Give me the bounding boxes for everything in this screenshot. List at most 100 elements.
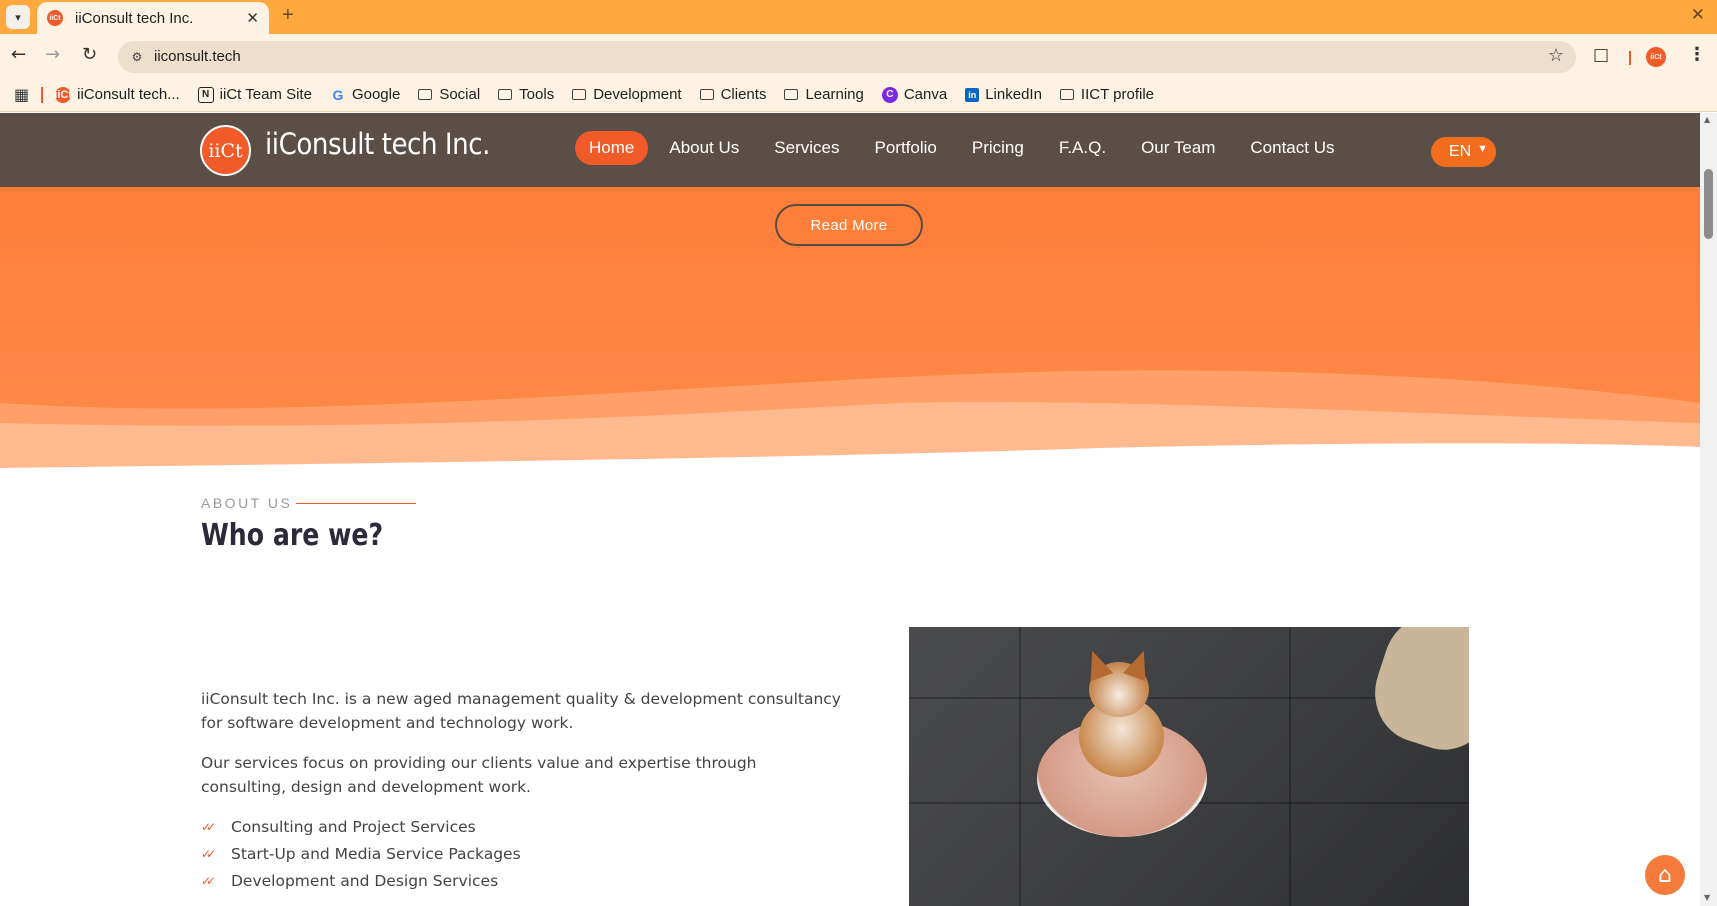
site-header: iiCt iiConsult tech Inc. Home About Us S… — [0, 113, 1700, 187]
nav-services[interactable]: Services — [760, 131, 853, 165]
bookmark-folder-social[interactable]: Social — [418, 86, 480, 103]
extensions-icon[interactable]: □ — [1593, 45, 1609, 65]
site-info-icon[interactable]: ⚙ — [128, 48, 146, 66]
tab-favicon-icon: iiCt — [47, 10, 63, 26]
home-icon[interactable]: ⌂ — [1645, 855, 1685, 895]
about-title: Who are we? — [201, 518, 384, 553]
page-scrollbar[interactable]: ▲ ▼ — [1700, 113, 1717, 906]
tab-title: iiConsult tech Inc. — [75, 9, 194, 27]
site-logo[interactable]: iiCt — [200, 125, 251, 176]
eyebrow-divider — [296, 503, 416, 504]
about-paragraph-1: iiConsult tech Inc. is a new aged manage… — [201, 690, 841, 732]
service-label: Development and Design Services — [231, 871, 499, 890]
nav-portfolio[interactable]: Portfolio — [860, 131, 950, 165]
about-photo — [909, 627, 1469, 906]
web-page: Read More iiCt iiConsult tech Inc. Home … — [0, 113, 1700, 906]
back-icon[interactable]: ← — [11, 44, 26, 65]
url-text[interactable]: iiconsult.tech — [154, 48, 241, 65]
browser-menu-icon[interactable]: ⋮ — [1688, 44, 1706, 65]
language-select[interactable]: EN ▼ — [1431, 137, 1496, 167]
floor-tile-line — [1289, 627, 1291, 906]
folder-icon — [1059, 89, 1074, 100]
new-tab-button[interactable]: + — [282, 4, 294, 27]
bookmark-label: Clients — [720, 86, 767, 103]
tab-strip: ▾ iiCt iiConsult tech Inc. ✕ + ✕ — [0, 0, 1717, 34]
folder-icon — [784, 89, 799, 100]
bookmark-folder-clients[interactable]: Clients — [699, 86, 767, 103]
bookmark-label: LinkedIn — [985, 86, 1042, 103]
bookmark-star-icon[interactable]: ☆ — [1548, 45, 1564, 66]
bookmark-label: iiCt Team Site — [219, 86, 312, 103]
folder-icon — [572, 89, 587, 100]
bookmark-canva[interactable]: C Canva — [881, 86, 948, 103]
bookmark-label: Social — [439, 86, 481, 103]
bookmark-linkedin[interactable]: in LinkedIn — [965, 86, 1042, 103]
google-icon: G — [332, 86, 344, 103]
dog-head — [1080, 646, 1156, 717]
bookmark-label: Learning — [805, 86, 864, 103]
about-eyebrow: ABOUT US — [201, 495, 293, 511]
bookmark-label: IICT profile — [1080, 86, 1155, 103]
folder-icon — [418, 89, 433, 100]
main-nav: Home About Us Services Portfolio Pricing… — [575, 130, 1355, 166]
list-item: ✓✓ Start-Up and Media Service Packages — [201, 840, 521, 867]
folder-icon — [498, 89, 513, 100]
active-tab[interactable]: iiCt iiConsult tech Inc. ✕ — [37, 2, 269, 34]
tab-search-button[interactable]: ▾ — [6, 5, 30, 29]
language-value: EN — [1449, 143, 1472, 160]
about-paragraph-2: Our services focus on providing our clie… — [201, 754, 757, 796]
canva-icon: C — [881, 86, 898, 103]
read-more-button[interactable]: Read More — [775, 204, 923, 246]
services-list: ✓✓ Consulting and Project Services ✓✓ St… — [201, 813, 521, 894]
bookmarks-divider — [41, 86, 44, 103]
bookmark-team-site[interactable]: N iiCt Team Site — [197, 86, 312, 103]
dog-ear — [1122, 646, 1156, 682]
iict-favicon-icon: iiCt — [54, 86, 72, 103]
list-item: ✓✓ Development and Design Services — [201, 867, 521, 894]
bookmark-folder-development[interactable]: Development — [572, 86, 682, 103]
window-close-button[interactable]: ✕ — [1691, 5, 1705, 25]
nav-about-us[interactable]: About Us — [655, 131, 753, 165]
apps-grid-icon[interactable]: ▦ — [14, 85, 29, 104]
service-label: Start-Up and Media Service Packages — [231, 844, 521, 863]
double-check-icon: ✓✓ — [201, 846, 216, 861]
service-label: Consulting and Project Services — [231, 817, 476, 836]
toolbar-divider — [1629, 51, 1631, 65]
nav-faq[interactable]: F.A.Q. — [1045, 131, 1120, 165]
profile-avatar[interactable]: iiCt — [1646, 47, 1666, 67]
nav-pricing[interactable]: Pricing — [958, 131, 1038, 165]
bookmark-folder-learning[interactable]: Learning — [784, 86, 864, 103]
reload-icon[interactable]: ↻ — [82, 44, 97, 65]
dog-ear — [1080, 646, 1114, 682]
floor-tile-line — [1019, 627, 1021, 906]
chevron-down-icon: ▼ — [1477, 143, 1488, 155]
nav-contact-us[interactable]: Contact Us — [1236, 131, 1348, 165]
list-item: ✓✓ Consulting and Project Services — [201, 813, 521, 840]
browser-toolbar: ← → ↻ ⚙ iiconsult.tech ☆ □ iiCt ⋮ — [0, 34, 1717, 78]
nav-our-team[interactable]: Our Team — [1127, 131, 1229, 165]
scroll-up-icon[interactable]: ▲ — [1704, 115, 1710, 124]
bookmark-iiconsult[interactable]: iiCt iiConsult tech... — [54, 86, 180, 103]
bookmark-label: Canva — [903, 86, 948, 103]
double-check-icon: ✓✓ — [201, 873, 216, 888]
bookmark-google[interactable]: G Google — [330, 86, 400, 103]
bookmark-label: Google — [351, 86, 401, 103]
scrollbar-thumb[interactable] — [1704, 169, 1713, 239]
scroll-down-icon[interactable]: ▼ — [1704, 893, 1710, 902]
pillow-shape — [1361, 627, 1469, 763]
bookmark-folder-iict-profile[interactable]: IICT profile — [1059, 86, 1155, 103]
bookmark-label: Tools — [519, 86, 555, 103]
bookmark-folder-tools[interactable]: Tools — [498, 86, 554, 103]
notion-icon: N — [197, 86, 214, 103]
nav-home[interactable]: Home — [575, 131, 649, 165]
double-check-icon: ✓✓ — [201, 819, 216, 834]
bookmark-label: iiConsult tech... — [77, 86, 180, 103]
tab-close-icon[interactable]: ✕ — [246, 9, 259, 27]
bookmarks-bar: ▦ iiCt iiConsult tech... N iiCt Team Sit… — [0, 78, 1717, 112]
linkedin-icon: in — [965, 87, 980, 102]
address-bar[interactable]: ⚙ iiconsult.tech ☆ — [118, 41, 1576, 73]
bookmark-label: Development — [593, 86, 682, 103]
folder-icon — [699, 89, 714, 100]
forward-icon[interactable]: → — [45, 44, 60, 65]
brand-name[interactable]: iiConsult tech Inc. — [265, 127, 490, 161]
